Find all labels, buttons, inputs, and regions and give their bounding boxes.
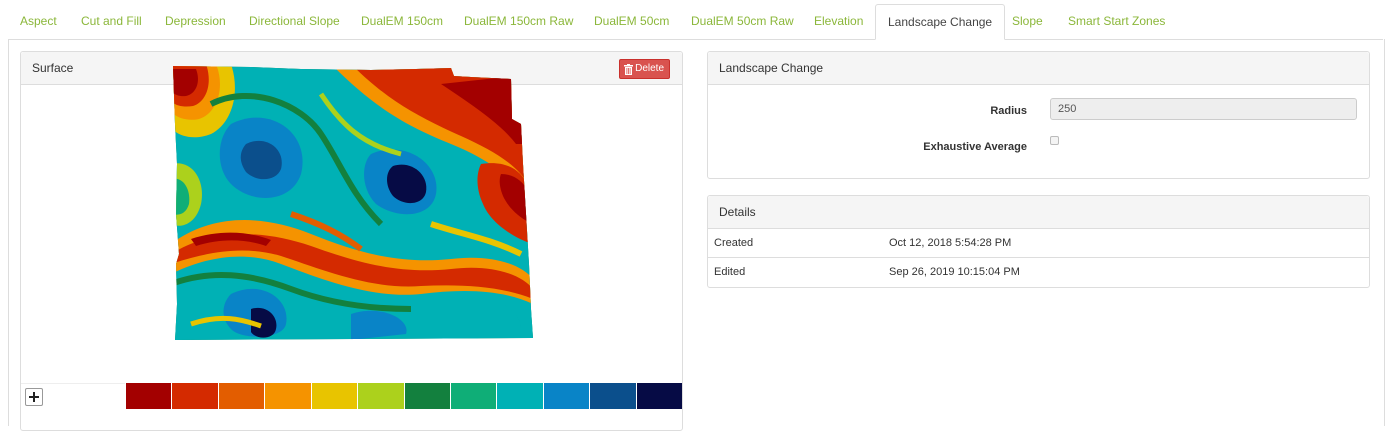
expand-plus-icon[interactable] xyxy=(25,388,43,406)
radius-label: Radius xyxy=(990,105,1027,117)
surface-panel: Surface Delete xyxy=(20,51,683,431)
tab-dualem-50cm-raw[interactable]: DualEM 50cm Raw xyxy=(691,4,794,38)
exhaustive-average-checkbox[interactable] xyxy=(1050,136,1059,145)
landscape-change-title: Landscape Change xyxy=(719,61,824,75)
legend-swatch xyxy=(310,383,358,409)
created-label: Created xyxy=(714,237,754,249)
details-panel: Details Created Oct 12, 2018 5:54:28 PM … xyxy=(707,195,1370,288)
layer-tabs: Aspect Cut and Fill Depression Direction… xyxy=(8,4,1383,40)
details-row-created: Created Oct 12, 2018 5:54:28 PM xyxy=(708,228,1369,258)
landscape-change-panel: Landscape Change Radius 250 Exhaustive A… xyxy=(707,51,1370,179)
legend-swatch xyxy=(449,383,497,409)
legend-swatch xyxy=(589,383,636,409)
details-title: Details xyxy=(719,205,756,219)
details-row-edited: Edited Sep 26, 2019 10:15:04 PM xyxy=(708,257,1369,287)
legend-swatch xyxy=(217,383,265,409)
delete-button-label: Delete xyxy=(635,63,664,74)
delete-button[interactable]: Delete xyxy=(619,59,670,79)
tab-elevation[interactable]: Elevation xyxy=(814,4,863,38)
legend-controls xyxy=(21,383,125,410)
legend-swatch xyxy=(635,383,683,409)
tab-dualem-150cm-raw[interactable]: DualEM 150cm Raw xyxy=(464,4,573,38)
tab-directional-slope[interactable]: Directional Slope xyxy=(249,4,340,38)
legend-swatch xyxy=(496,383,543,409)
details-heading: Details xyxy=(708,196,1369,229)
edited-value: Sep 26, 2019 10:15:04 PM xyxy=(889,266,1020,278)
created-value: Oct 12, 2018 5:54:28 PM xyxy=(889,237,1012,249)
legend-swatch xyxy=(542,383,590,409)
legend-swatch xyxy=(264,383,311,409)
tab-dualem-150cm[interactable]: DualEM 150cm xyxy=(361,4,443,38)
trash-icon xyxy=(624,63,634,75)
color-legend xyxy=(21,383,683,410)
tab-cut-and-fill[interactable]: Cut and Fill xyxy=(81,4,142,38)
radius-field[interactable]: 250 xyxy=(1050,98,1357,120)
legend-swatch xyxy=(171,383,218,409)
surface-map[interactable] xyxy=(171,64,533,340)
tab-smart-start-zones[interactable]: Smart Start Zones xyxy=(1068,4,1165,38)
edited-label: Edited xyxy=(714,266,746,278)
legend-swatch xyxy=(403,383,450,409)
legend-swatch xyxy=(357,383,404,409)
exhaustive-average-label: Exhaustive Average xyxy=(923,141,1027,153)
landscape-change-heading: Landscape Change xyxy=(708,52,1369,85)
tab-depression[interactable]: Depression xyxy=(165,4,226,38)
tab-aspect[interactable]: Aspect xyxy=(20,4,57,38)
tab-landscape-change[interactable]: Landscape Change xyxy=(875,4,1006,40)
legend-swatch xyxy=(125,383,172,409)
tab-dualem-50cm[interactable]: DualEM 50cm xyxy=(594,4,669,38)
surface-title: Surface xyxy=(32,61,74,75)
tab-slope[interactable]: Slope xyxy=(1012,4,1043,38)
